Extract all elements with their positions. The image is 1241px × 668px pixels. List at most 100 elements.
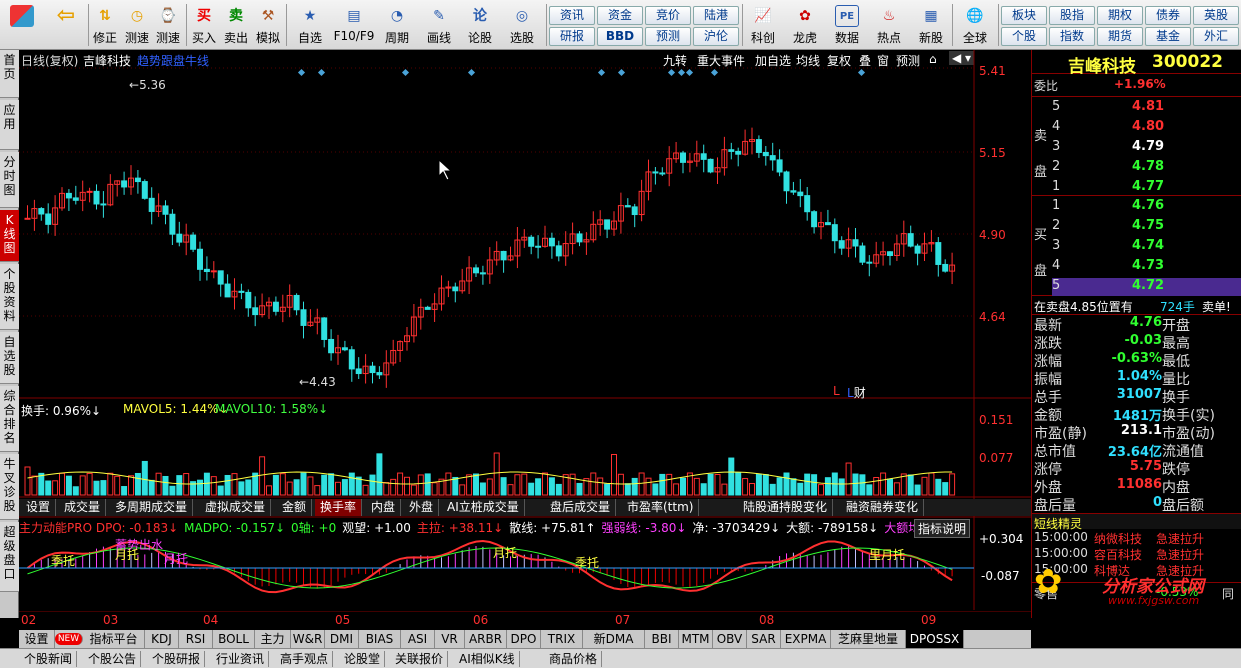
indicator-tab[interactable]: 芝麻里地量 (831, 630, 906, 648)
bid-level-row[interactable]: 5 4.72 (1052, 278, 1241, 296)
news-button[interactable]: 资讯 (549, 6, 595, 25)
bottom-tab[interactable]: 商品价格 (545, 651, 603, 667)
index-futures-button[interactable]: 股指 (1049, 6, 1095, 25)
ask-level-row[interactable]: 2 4.78 (1052, 159, 1241, 177)
buy-button[interactable]: 买买入 (189, 2, 219, 48)
forex-button[interactable]: 外汇 (1193, 27, 1239, 46)
sector-button[interactable]: 板块 (1001, 6, 1047, 25)
indicator-tab[interactable]: KDJ (145, 630, 179, 648)
global-button[interactable]: 🌐 全球 (955, 2, 995, 48)
indicator-tab[interactable]: MTM (679, 630, 713, 648)
indicator-tab[interactable]: ASI (401, 630, 435, 648)
bottom-tab[interactable]: 高手观点 (276, 651, 334, 667)
back-button[interactable]: ⇦ (48, 2, 84, 48)
bid-level-row[interactable]: 1 4.76 (1052, 198, 1241, 216)
indicator-tab[interactable]: OBV (713, 630, 747, 648)
sub-tab[interactable]: 成交量 (59, 499, 107, 516)
tab-ranking[interactable]: 综合排名 (0, 386, 19, 452)
uk-stocks-button[interactable]: 英股 (1193, 6, 1239, 25)
sub-tab[interactable]: AI立桩成交量 (442, 499, 525, 516)
bottom-tab[interactable]: 个股研报 (148, 651, 206, 667)
ask-level-row[interactable]: 5 4.81 (1052, 99, 1241, 117)
bottom-tab[interactable]: AI相似K线 (455, 651, 520, 667)
short-elf-row[interactable]: 15:00:00 容百科技 急速拉升 (1032, 546, 1241, 562)
short-elf-row[interactable]: 15:00:00 纳微科技 急速拉升 (1032, 530, 1241, 546)
f10-button[interactable]: ▤ F10/F9 (332, 2, 376, 48)
indicator-help-button[interactable]: 指标说明 (914, 519, 971, 538)
fix-button[interactable]: ⇅ 修正 (90, 2, 120, 48)
data-button[interactable]: PE 数据 (829, 2, 865, 48)
tab-super-orderbook[interactable]: 超级盘口 (0, 522, 19, 592)
bottom-tab[interactable]: 个股公告 (84, 651, 142, 667)
indicator-tab[interactable]: DMI (325, 630, 359, 648)
futures-button[interactable]: 期货 (1097, 27, 1143, 46)
indicator-tab[interactable]: ARBR (465, 630, 507, 648)
bid-level-row[interactable]: 4 4.73 (1052, 258, 1241, 276)
indicator-tab[interactable]: 设置 (19, 630, 55, 648)
tab-intraday[interactable]: 分时图 (0, 152, 19, 208)
kline-chart-area[interactable]: 日线(复权) 吉峰科技 趋势跟盘牛线 九转 重大事件 加自选 均线 复权 叠 窗… (19, 50, 1031, 618)
bottom-tab[interactable]: 关联报价 (391, 651, 449, 667)
tab-apps[interactable]: 应用 (0, 100, 19, 150)
tab-stock-info[interactable]: 个股资料 (0, 264, 19, 330)
fund-button[interactable]: 资金 (597, 6, 643, 25)
simulate-button[interactable]: ⚒ 模拟 (253, 2, 283, 48)
speed-test-button-2[interactable]: ⌚ 测速 (154, 2, 182, 48)
tab-kline[interactable]: K线图 (0, 210, 19, 262)
sub-tab[interactable]: 换手率 (315, 499, 363, 516)
bottom-tab[interactable]: 行业资讯 (212, 651, 270, 667)
sub-tab[interactable]: 设置 (21, 499, 57, 516)
stock-button[interactable]: 个股 (1001, 27, 1047, 46)
new-stock-button[interactable]: ▦ 新股 (913, 2, 949, 48)
stock-select-button[interactable]: ◎ 选股 (502, 2, 542, 48)
sub-tab[interactable]: 盘后成交量 (545, 499, 617, 516)
bottom-tab[interactable]: 论股堂 (340, 651, 386, 667)
indicator-tab[interactable]: VR (435, 630, 465, 648)
hot-button[interactable]: ♨ 热点 (871, 2, 907, 48)
ask-level-row[interactable]: 4 4.80 (1052, 119, 1241, 137)
options-button[interactable]: 期权 (1097, 6, 1143, 25)
favorites-button[interactable]: ★ 自选 (290, 2, 330, 48)
indicator-tab[interactable]: 指标平台 (83, 630, 145, 648)
indicator-tab[interactable]: 主力 (255, 630, 291, 648)
layout-grid-button[interactable] (4, 2, 40, 48)
indicator-tab[interactable]: RSI (179, 630, 213, 648)
indicator-tab[interactable]: TRIX (541, 630, 583, 648)
bonds-button[interactable]: 债券 (1145, 6, 1191, 25)
dragon-tiger-button[interactable]: ✿ 龙虎 (787, 2, 823, 48)
tab-diagnosis[interactable]: 牛叉诊股 (0, 454, 19, 520)
indicator-tab[interactable]: BOLL (213, 630, 255, 648)
bid-level-row[interactable]: 2 4.75 (1052, 218, 1241, 236)
research-button[interactable]: 研报 (549, 27, 595, 46)
ask-level-row[interactable]: 1 4.77 (1052, 179, 1241, 197)
sub-tab[interactable]: 金额 (277, 499, 313, 516)
indicator-tab[interactable]: 新DMA (583, 630, 645, 648)
forecast-button[interactable]: 预测 (645, 27, 691, 46)
lcai-marker[interactable]: L财 (847, 384, 866, 401)
indicator-tab[interactable]: DPO (507, 630, 541, 648)
indicator-tab[interactable]: NEW (55, 633, 83, 645)
draw-line-button[interactable]: ✎ 画线 (420, 2, 458, 48)
sub-tab[interactable]: 外盘 (404, 499, 440, 516)
indicator-tab[interactable]: BIAS (359, 630, 401, 648)
ask-level-row[interactable]: 3 4.79 (1052, 139, 1241, 157)
indicator-tab[interactable]: SAR (747, 630, 781, 648)
discuss-button[interactable]: 论论股 (462, 2, 498, 48)
speed-test-button[interactable]: ◷ 测速 (122, 2, 152, 48)
indicator-tab[interactable]: DPOSSX (906, 630, 964, 648)
funds-button[interactable]: 基金 (1145, 27, 1191, 46)
sci-tech-button[interactable]: 📈 科创 (745, 2, 781, 48)
tab-watchlist[interactable]: 自选股 (0, 332, 19, 384)
sub-tab[interactable]: 陆股通持股变化 (738, 499, 834, 516)
auction-button[interactable]: 竞价 (645, 6, 691, 25)
sub-tab[interactable]: 融资融券变化 (841, 499, 925, 516)
tab-home[interactable]: 首页 (0, 50, 19, 98)
indicator-tab[interactable]: EXPMA (781, 630, 831, 648)
indicator-tab[interactable]: BBI (645, 630, 679, 648)
bottom-tab[interactable]: 个股新闻 (20, 651, 78, 667)
sub-tab[interactable]: 虚拟成交量 (200, 499, 272, 516)
sub-tab[interactable]: 内盘 (366, 499, 402, 516)
sell-button[interactable]: 卖卖出 (221, 2, 251, 48)
sub-tab[interactable]: 多周期成交量 (110, 499, 194, 516)
bid-level-row[interactable]: 3 4.74 (1052, 238, 1241, 256)
